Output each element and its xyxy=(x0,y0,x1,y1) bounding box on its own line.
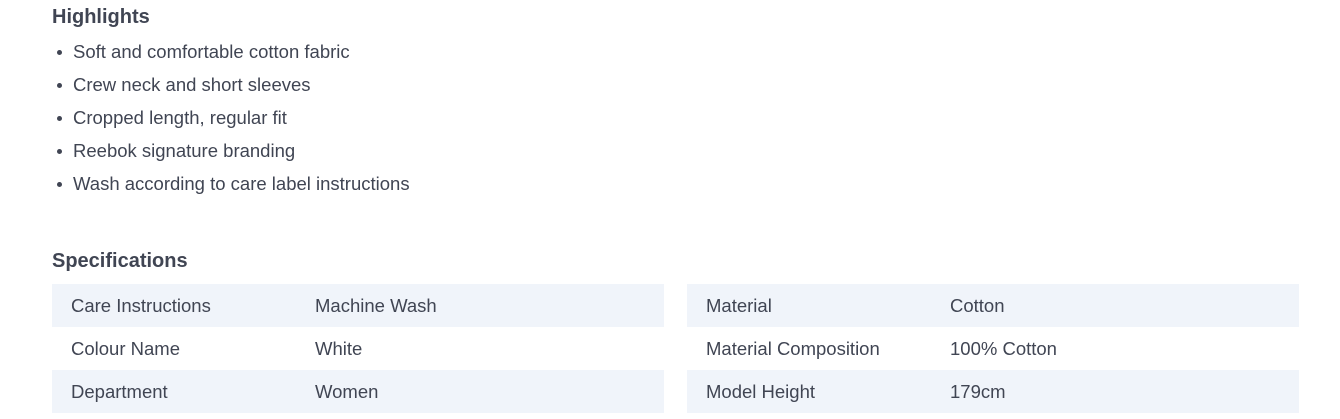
spec-value: Women xyxy=(315,380,379,402)
spec-row-material: Material Cotton xyxy=(687,284,1299,327)
spec-key: Colour Name xyxy=(71,337,180,359)
spec-row-material-composition: Material Composition 100% Cotton xyxy=(687,327,1299,370)
spec-value: 100% Cotton xyxy=(950,337,1057,359)
spec-key: Department xyxy=(71,380,168,402)
spec-key: Material Composition xyxy=(706,337,880,359)
specifications-table-left: Care Instructions Machine Wash Colour Na… xyxy=(52,284,664,413)
highlight-item: Cropped length, regular fit xyxy=(52,101,410,134)
spec-row-department: Department Women xyxy=(52,370,664,413)
spec-key: Model Height xyxy=(706,380,816,402)
product-details-page: Highlights Soft and comfortable cotton f… xyxy=(0,0,1340,419)
spec-value: Machine Wash xyxy=(315,294,437,316)
spec-key: Material xyxy=(706,294,772,316)
highlight-item: Crew neck and short sleeves xyxy=(52,68,410,101)
spec-value: White xyxy=(315,337,363,359)
spec-row-care-instructions: Care Instructions Machine Wash xyxy=(52,284,664,327)
spec-value: Cotton xyxy=(950,294,1005,316)
spec-row-colour-name: Colour Name White xyxy=(52,327,664,370)
spec-row-model-height: Model Height 179cm xyxy=(687,370,1299,413)
spec-key: Care Instructions xyxy=(71,294,211,316)
spec-value: 179cm xyxy=(950,380,1006,402)
highlights-title: Highlights xyxy=(52,6,150,28)
specifications-title: Specifications xyxy=(52,250,188,272)
specifications-table-right: Material Cotton Material Composition 100… xyxy=(687,284,1299,413)
highlight-item: Reebok signature branding xyxy=(52,134,410,167)
highlights-list: Soft and comfortable cotton fabric Crew … xyxy=(52,35,410,200)
highlight-item: Soft and comfortable cotton fabric xyxy=(52,35,410,68)
highlight-item: Wash according to care label instruction… xyxy=(52,167,410,200)
